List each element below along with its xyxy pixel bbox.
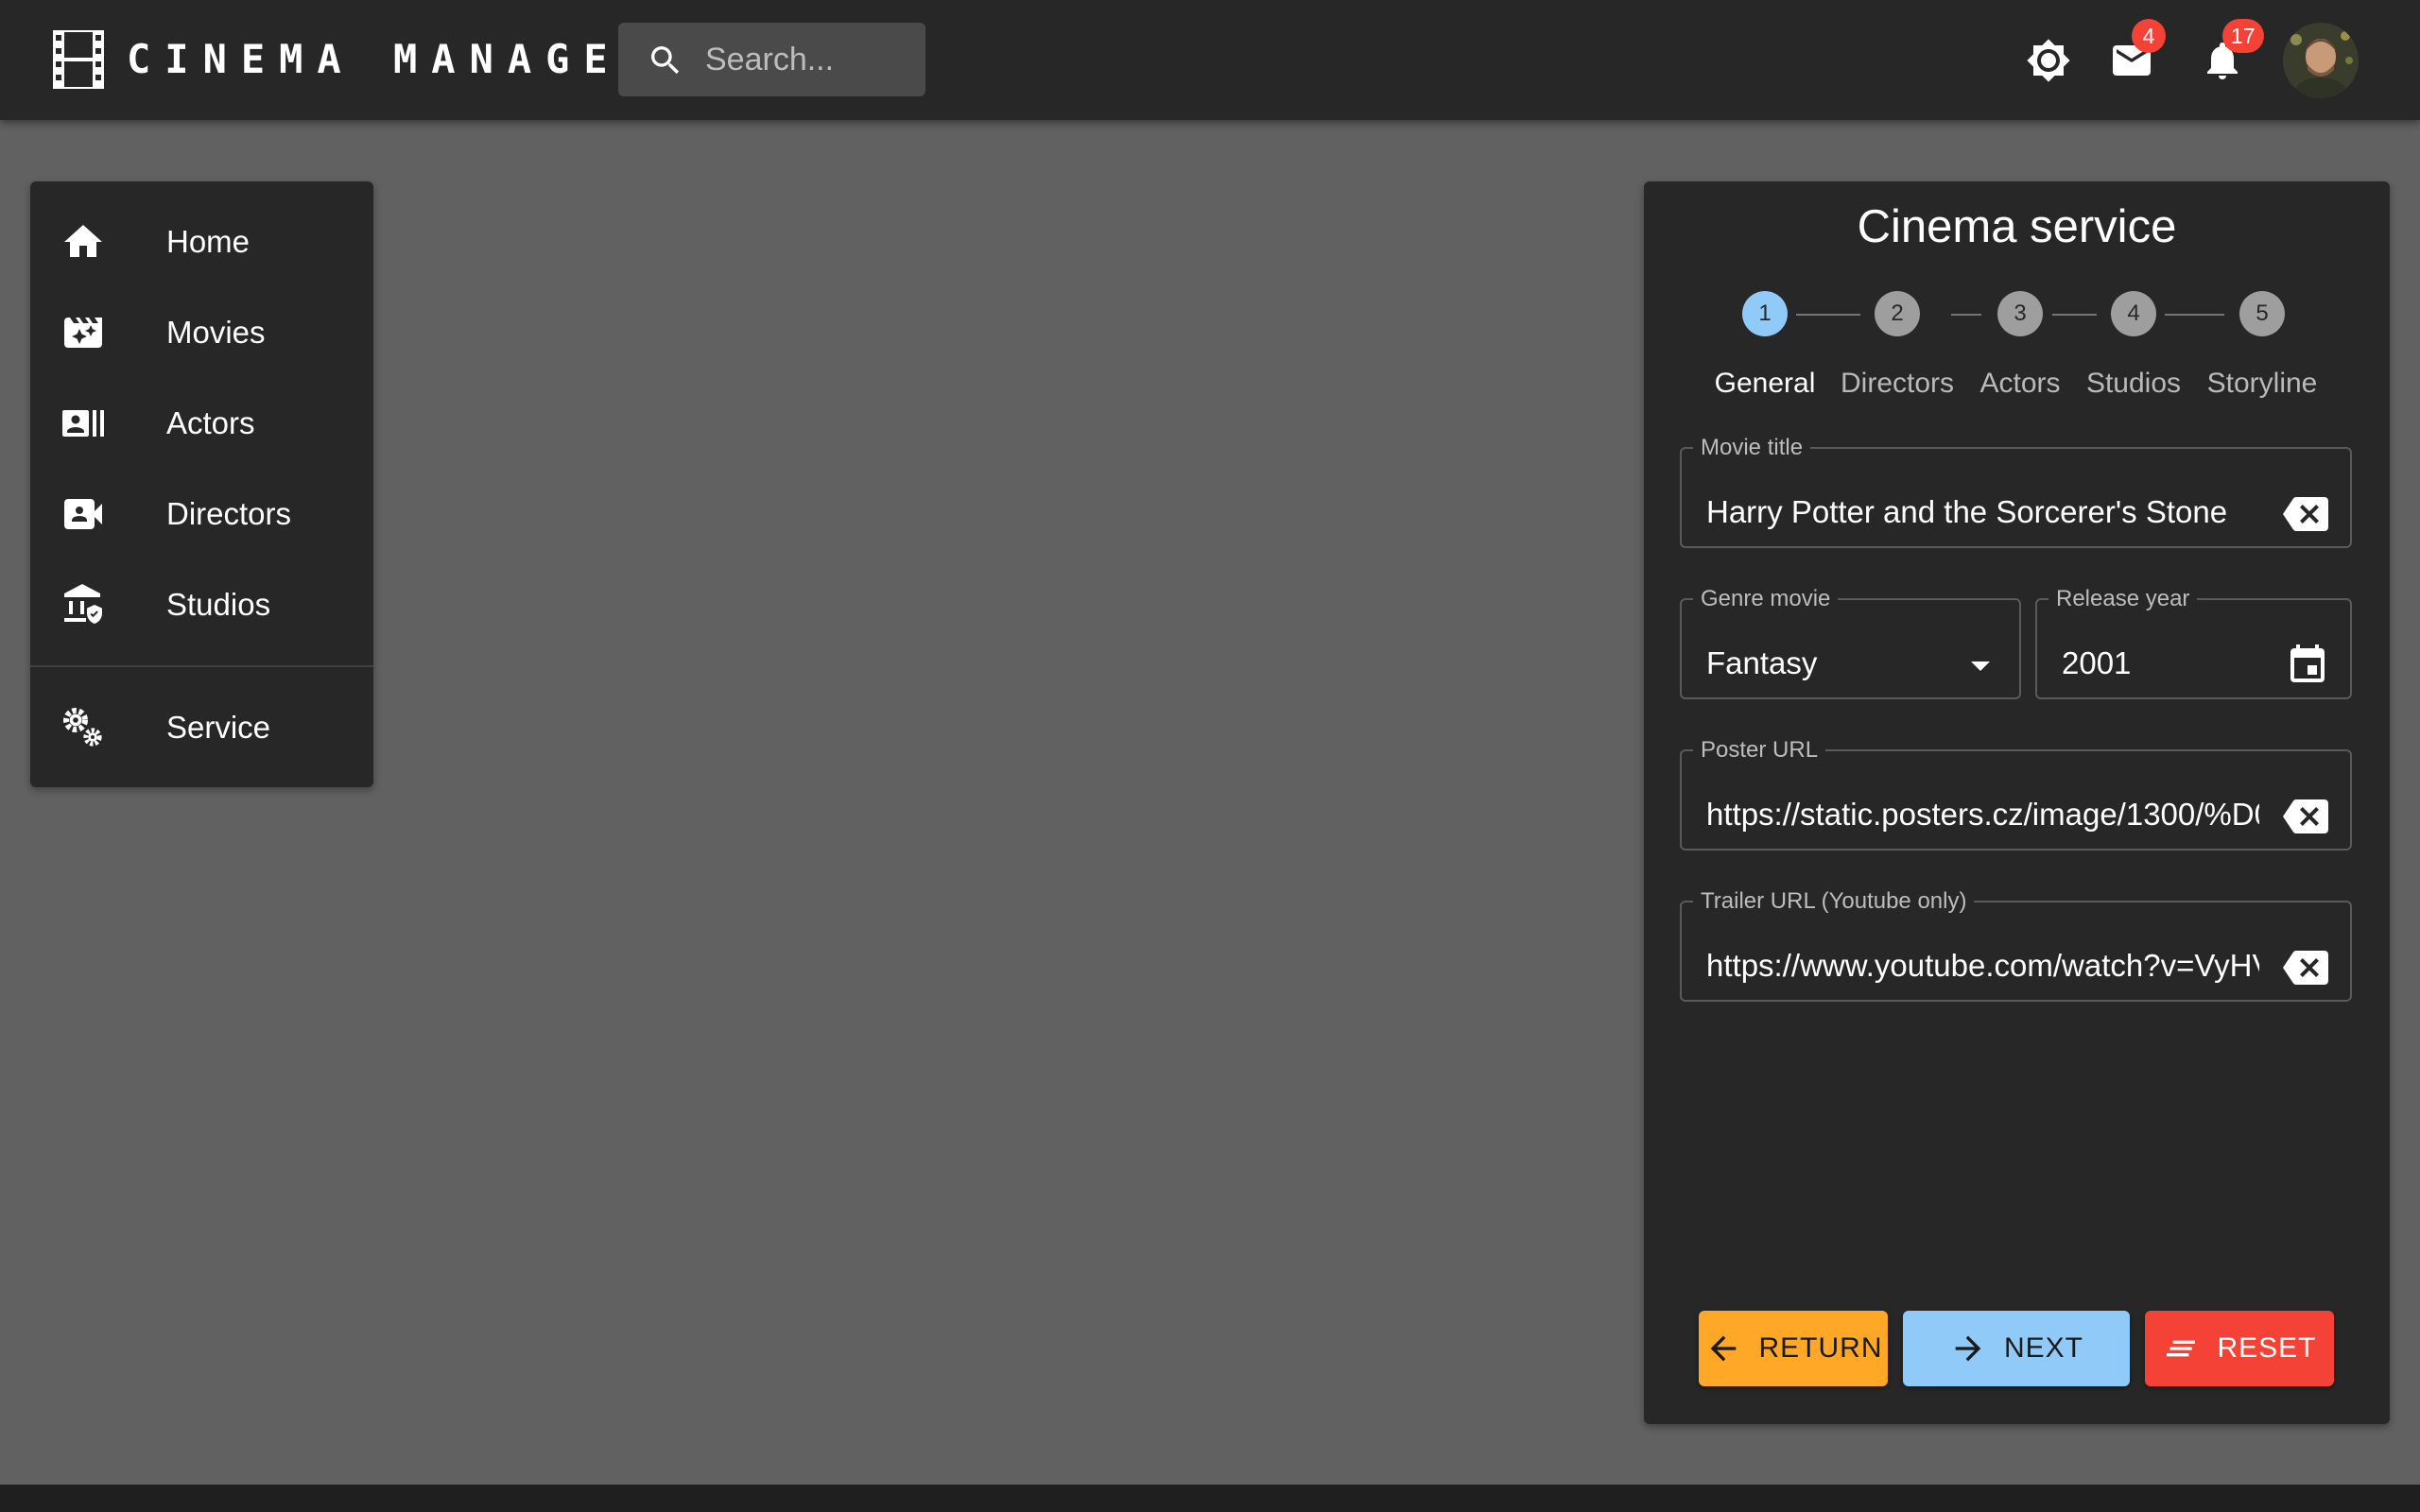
poster-url-field[interactable]: Poster URL https://static.posters.cz/ima…	[1680, 739, 2352, 850]
step-label-general[interactable]: General	[1715, 367, 1816, 401]
genre-select[interactable]: Genre movie Fantasy	[1680, 588, 2021, 699]
clear-all-icon	[2167, 1340, 2196, 1357]
release-year-value[interactable]: 2001	[2062, 644, 2251, 682]
calendar-icon[interactable]	[2285, 643, 2330, 688]
release-year-label: Release year	[2056, 586, 2190, 611]
home-icon	[64, 225, 102, 257]
mail-count-badge: 4	[2132, 19, 2166, 53]
genre-label: Genre movie	[1701, 586, 1831, 611]
notifications-count-badge: 17	[2222, 19, 2264, 53]
arrow-back-icon	[1710, 1335, 1736, 1362]
video-camera-front-icon	[64, 499, 102, 529]
movie-title-field[interactable]: Movie title Harry Potter and the Sorcere…	[1680, 437, 2352, 548]
footer-bar	[0, 1485, 2420, 1512]
trailer-url-field[interactable]: Trailer URL (Youtube only) https://www.y…	[1680, 890, 2352, 1002]
cinema-service-panel: Cinema service 1 2 3 4 5 General Directo…	[1644, 181, 2390, 1424]
search-icon	[651, 46, 680, 75]
sidebar-divider	[30, 665, 373, 667]
search-box[interactable]	[618, 23, 925, 96]
brightness-icon	[2027, 39, 2070, 82]
user-avatar[interactable]	[2283, 23, 2359, 98]
theme-toggle-button[interactable]	[2011, 23, 2086, 98]
reset-button-label: RESET	[2217, 1332, 2317, 1364]
clear-input-icon[interactable]	[2283, 491, 2328, 537]
app-header: CINEMA MANAGER 4 17	[0, 0, 2420, 120]
account-balance-icon	[64, 584, 102, 624]
release-year-field[interactable]: Release year 2001	[2035, 588, 2352, 699]
step-connector	[2052, 314, 2097, 316]
settings-gears-icon	[63, 708, 102, 747]
step-connector	[2165, 314, 2224, 316]
step-2-circle[interactable]: 2	[1875, 291, 1920, 336]
recent-actors-icon	[62, 410, 104, 437]
app-title: CINEMA MANAGER	[127, 36, 661, 82]
step-connector	[1951, 314, 1981, 316]
movie-title-value[interactable]: Harry Potter and the Sorcerer's Stone	[1706, 493, 2264, 531]
sidebar-item-studios[interactable]: Studios	[30, 559, 373, 650]
poster-url-value[interactable]: https://static.posters.cz/image/1300/%D0	[1706, 796, 2259, 833]
genre-value[interactable]: Fantasy	[1706, 644, 1933, 682]
sidebar-item-home[interactable]: Home	[30, 197, 373, 287]
sidebar-item-service[interactable]: Service	[30, 682, 373, 773]
step-4-circle[interactable]: 4	[2111, 291, 2156, 336]
poster-url-label: Poster URL	[1701, 737, 1819, 763]
sidebar-item-label: Service	[166, 710, 271, 745]
step-3-circle[interactable]: 3	[1997, 291, 2043, 336]
film-strip-icon	[53, 30, 104, 89]
clear-input-icon[interactable]	[2283, 794, 2328, 839]
step-label-directors[interactable]: Directors	[1841, 367, 1954, 401]
sidebar-item-label: Home	[166, 224, 251, 259]
sidebar-nav: Home Movies Actors Directors Studios Ser…	[30, 181, 373, 787]
step-label-studios[interactable]: Studios	[2086, 367, 2181, 401]
movie-filter-icon	[64, 318, 102, 348]
notifications-button[interactable]: 17	[2185, 19, 2264, 98]
step-1-circle[interactable]: 1	[1742, 291, 1788, 336]
trailer-url-label: Trailer URL (Youtube only)	[1701, 888, 1967, 914]
sidebar-item-label: Actors	[166, 405, 255, 440]
return-button-label: RETURN	[1758, 1332, 1883, 1364]
dropdown-arrow-icon[interactable]	[1958, 643, 2003, 688]
step-connector	[1796, 314, 1860, 316]
sidebar-item-label: Studios	[166, 587, 271, 622]
arrow-forward-icon	[1955, 1335, 1981, 1362]
panel-title: Cinema service	[1857, 201, 2177, 252]
next-button-label: NEXT	[2003, 1332, 2083, 1364]
sidebar-item-movies[interactable]: Movies	[30, 287, 373, 378]
next-button[interactable]: NEXT	[1903, 1311, 2130, 1386]
return-button[interactable]: RETURN	[1699, 1311, 1888, 1386]
step-5-circle[interactable]: 5	[2239, 291, 2285, 336]
clear-input-icon[interactable]	[2283, 945, 2328, 990]
avatar-image	[2283, 23, 2359, 98]
trailer-url-value[interactable]: https://www.youtube.com/watch?v=VyHV	[1706, 947, 2259, 985]
search-input[interactable]	[705, 36, 913, 83]
sidebar-item-label: Directors	[166, 496, 292, 531]
sidebar-item-actors[interactable]: Actors	[30, 378, 373, 469]
movie-title-label: Movie title	[1701, 435, 1804, 460]
reset-button[interactable]: RESET	[2145, 1311, 2334, 1386]
sidebar-item-label: Movies	[166, 315, 266, 350]
step-label-actors[interactable]: Actors	[1979, 367, 2060, 401]
sidebar-item-directors[interactable]: Directors	[30, 469, 373, 559]
mail-button[interactable]: 4	[2094, 19, 2169, 98]
step-label-storyline[interactable]: Storyline	[2207, 367, 2318, 401]
